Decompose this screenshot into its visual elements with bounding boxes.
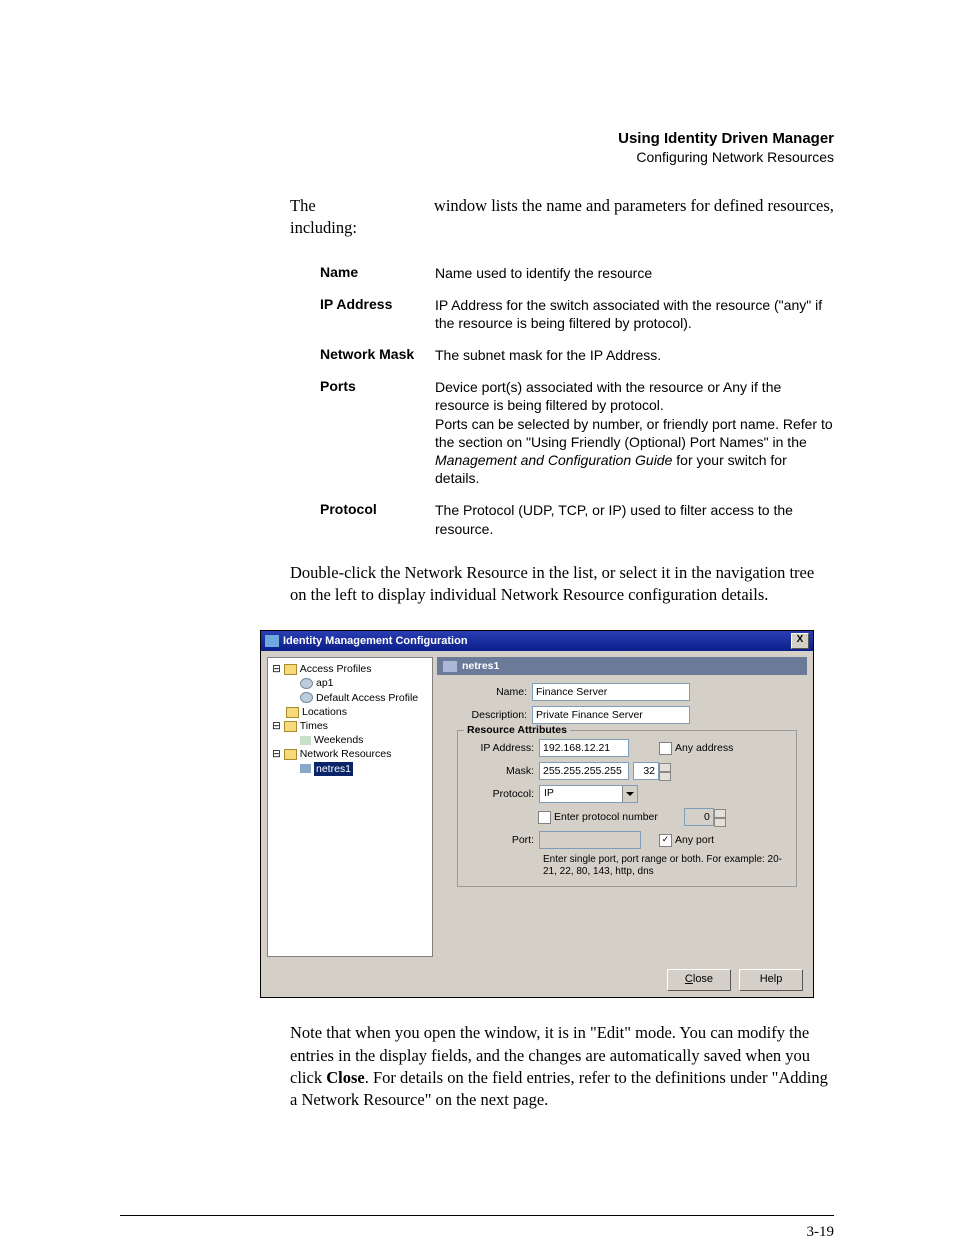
protocol-combo[interactable]: IP: [539, 785, 638, 803]
def-row: Network Mask The subnet mask for the IP …: [320, 346, 834, 364]
def-row: Protocol The Protocol (UDP, TCP, or IP) …: [320, 501, 834, 537]
tree-label: Network Resources: [300, 748, 392, 760]
close-bold: Close: [326, 1068, 365, 1087]
window-title: Identity Management Configuration: [283, 635, 791, 647]
enter-proto-label: Enter protocol number: [554, 811, 658, 823]
any-port-label: Any port: [675, 834, 714, 846]
tree-item-network-resources[interactable]: ⊟ Network Resources: [270, 747, 430, 761]
node-icon: [300, 692, 313, 703]
nav-tree[interactable]: ⊟ Access Profiles ap1 Default Access Pro…: [267, 657, 433, 957]
header-subtitle: Configuring Network Resources: [120, 149, 834, 165]
panel-header: netres1: [437, 657, 807, 675]
port-hint: Enter single port, port range or both. F…: [543, 854, 786, 878]
folder-icon: [284, 664, 297, 675]
any-address-checkbox[interactable]: [659, 742, 672, 755]
tree-label: Locations: [302, 706, 347, 718]
intro-paragraph: The window lists the name and parameters…: [290, 195, 834, 240]
after-2: . For details on the field entries, refe…: [290, 1068, 828, 1109]
tree-item-weekends[interactable]: Weekends: [270, 733, 430, 747]
any-port-checkbox[interactable]: ✓: [659, 834, 672, 847]
help-button[interactable]: Help: [739, 969, 803, 991]
button-bar: Close Help: [261, 963, 813, 997]
tree-label: ap1: [316, 677, 334, 689]
def-term: IP Address: [320, 296, 435, 332]
mask-label: Mask:: [468, 765, 534, 777]
name-label: Name:: [457, 686, 527, 698]
intro-b: window lists the name and parameters for…: [290, 196, 834, 237]
app-icon: [265, 635, 279, 647]
resource-icon: [443, 661, 457, 672]
proto-num-spinner[interactable]: [714, 809, 726, 825]
page-header: Using Identity Driven Manager Configurin…: [120, 130, 834, 165]
close-button[interactable]: Close: [667, 969, 731, 991]
mask-bits-field[interactable]: 32: [633, 762, 659, 780]
protocol-value: IP: [540, 786, 622, 802]
tree-label: Default Access Profile: [316, 692, 418, 704]
def-term: Name: [320, 264, 435, 282]
after-paragraph: Note that when you open the window, it i…: [290, 1022, 834, 1111]
tree-label: Weekends: [314, 734, 363, 746]
tree-item-locations[interactable]: Locations: [270, 705, 430, 719]
footer-rule: [120, 1215, 834, 1216]
tree-item-times[interactable]: ⊟ Times: [270, 719, 430, 733]
description-label: Description:: [457, 709, 527, 721]
config-window: Identity Management Configuration X ⊟ Ac…: [260, 630, 814, 998]
resource-icon: [300, 764, 311, 773]
def-desc-italic: Management and Configuration Guide: [435, 452, 672, 468]
folder-icon: [284, 721, 297, 732]
detail-pane: netres1 Name: Finance Server Description…: [437, 657, 807, 957]
enter-proto-checkbox[interactable]: [538, 811, 551, 824]
def-row: Ports Device port(s) associated with the…: [320, 378, 834, 487]
def-desc: The Protocol (UDP, TCP, or IP) used to f…: [435, 501, 834, 537]
def-desc-main: Device port(s) associated with the resou…: [435, 379, 833, 450]
def-desc: IP Address for the switch associated wit…: [435, 296, 834, 332]
tree-label: Access Profiles: [300, 663, 372, 675]
tree-label-selected: netres1: [314, 762, 353, 776]
chevron-down-icon[interactable]: [622, 786, 637, 802]
window-titlebar[interactable]: Identity Management Configuration X: [261, 631, 813, 651]
definition-list: Name Name used to identify the resource …: [320, 264, 834, 538]
mask-field[interactable]: 255.255.255.255: [539, 762, 629, 780]
ip-field[interactable]: 192.168.12.21: [539, 739, 629, 757]
tree-item-ap1[interactable]: ap1: [270, 676, 430, 690]
header-title: Using Identity Driven Manager: [120, 130, 834, 147]
def-term: Ports: [320, 378, 435, 487]
def-row: IP Address IP Address for the switch ass…: [320, 296, 834, 332]
close-icon[interactable]: X: [791, 633, 809, 649]
protocol-label: Protocol:: [468, 788, 534, 800]
port-field: [539, 831, 641, 849]
panel-title: netres1: [462, 660, 499, 672]
proto-num-field: 0: [684, 808, 714, 826]
folder-icon: [284, 749, 297, 760]
tree-label: Times: [300, 720, 328, 732]
def-desc: Name used to identify the resource: [435, 264, 834, 282]
folder-icon: [286, 707, 299, 718]
mid-paragraph: Double-click the Network Resource in the…: [290, 562, 834, 607]
page-number: 3-19: [0, 1224, 834, 1241]
tree-item-access-profiles[interactable]: ⊟ Access Profiles: [270, 662, 430, 676]
def-desc: The subnet mask for the IP Address.: [435, 346, 834, 364]
def-term: Protocol: [320, 501, 435, 537]
tree-item-netres1[interactable]: netres1: [270, 762, 430, 776]
tree-item-default-ap[interactable]: Default Access Profile: [270, 691, 430, 705]
def-row: Name Name used to identify the resource: [320, 264, 834, 282]
def-term: Network Mask: [320, 346, 435, 364]
name-field[interactable]: Finance Server: [532, 683, 690, 701]
any-address-label: Any address: [675, 742, 733, 754]
mask-bits-spinner[interactable]: [659, 763, 671, 779]
node-icon: [300, 678, 313, 689]
leaf-icon: [300, 736, 311, 745]
intro-a: The: [290, 196, 320, 215]
def-desc: Device port(s) associated with the resou…: [435, 378, 834, 487]
ip-label: IP Address:: [468, 742, 534, 754]
resource-attributes-group: Resource Attributes IP Address: 192.168.…: [457, 730, 797, 887]
mid-paragraph-text: Double-click the Network Resource in the…: [290, 562, 834, 607]
close-btn-rest: lose: [693, 973, 713, 985]
port-label: Port:: [468, 834, 534, 846]
fieldset-legend: Resource Attributes: [464, 724, 570, 736]
description-field[interactable]: Private Finance Server: [532, 706, 690, 724]
